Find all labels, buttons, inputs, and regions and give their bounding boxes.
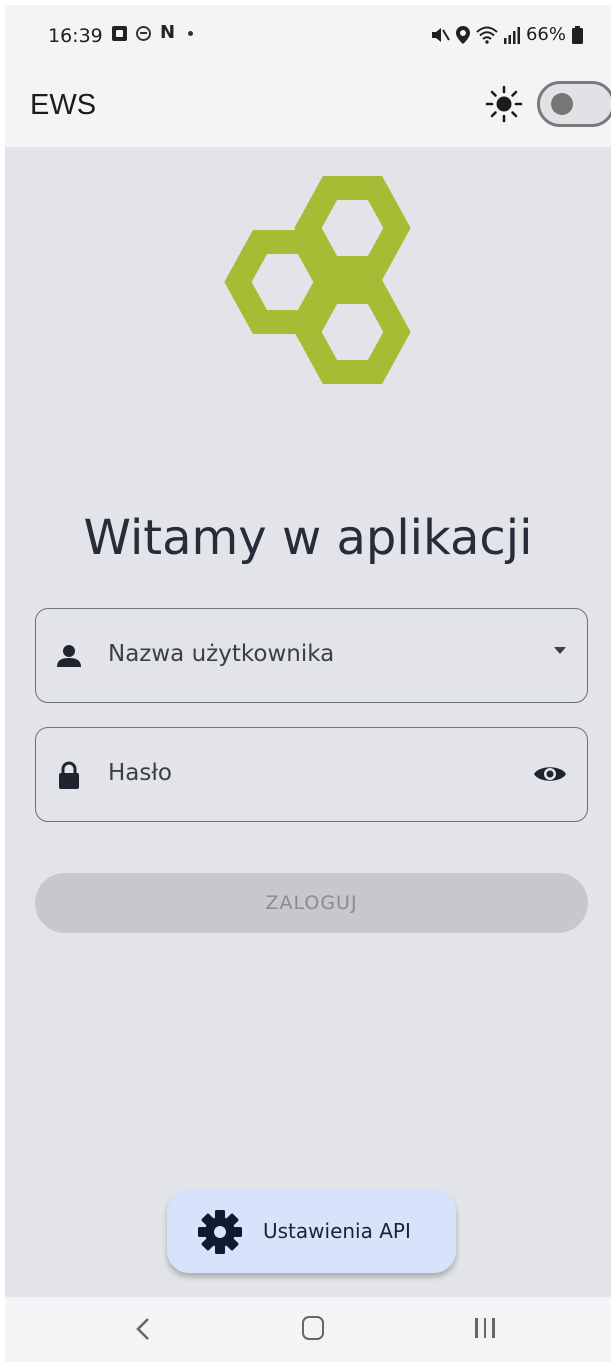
api-settings-label: Ustawienia API xyxy=(263,1219,411,1243)
username-input[interactable] xyxy=(108,641,508,667)
caret-down-icon[interactable] xyxy=(553,645,567,655)
status-system-icons: 66% xyxy=(430,24,583,45)
api-settings-button[interactable]: Ustawienia API xyxy=(167,1190,456,1273)
theme-toggle[interactable] xyxy=(537,81,611,127)
status-notifications: N xyxy=(112,22,194,43)
app-logo xyxy=(224,176,411,384)
location-icon xyxy=(455,25,470,44)
status-time: 16:39 xyxy=(48,25,103,47)
lock-icon xyxy=(59,761,79,789)
battery-icon xyxy=(572,25,583,44)
password-field[interactable] xyxy=(35,727,588,822)
recent-apps-icon[interactable] xyxy=(475,1318,495,1338)
welcome-heading: Witamy w aplikacji xyxy=(83,510,533,566)
person-icon xyxy=(57,645,81,667)
toggle-knob xyxy=(551,93,573,115)
mute-icon xyxy=(431,27,450,42)
app-screen: 16:39 N 66% EWS Witamy w aplikacji Nazwa… xyxy=(5,5,611,1362)
signal-icon xyxy=(503,26,520,44)
battery-level: 66% xyxy=(525,24,566,45)
nfc-icon: N xyxy=(160,22,176,43)
wifi-icon xyxy=(476,26,498,44)
gear-icon xyxy=(198,1210,242,1254)
eye-icon[interactable] xyxy=(533,763,567,785)
username-field[interactable] xyxy=(35,608,588,703)
home-icon[interactable] xyxy=(302,1316,324,1340)
app-bar: EWS xyxy=(5,67,611,147)
back-icon[interactable] xyxy=(133,1315,153,1343)
more-notifications-icon xyxy=(188,30,194,36)
do-not-disturb-icon xyxy=(136,25,151,41)
sun-icon xyxy=(485,85,523,123)
notification-app-icon xyxy=(112,25,127,41)
login-button[interactable]: ZALOGUJ xyxy=(35,873,588,933)
system-nav-bar xyxy=(5,1297,611,1362)
password-input[interactable] xyxy=(108,760,508,786)
status-bar: 16:39 N 66% xyxy=(5,5,611,67)
app-title: EWS xyxy=(30,89,97,121)
